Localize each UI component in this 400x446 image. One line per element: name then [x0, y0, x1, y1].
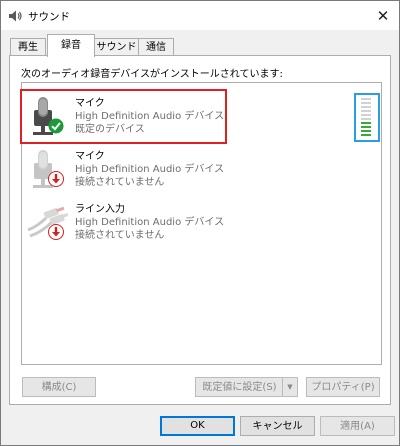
cancel-button[interactable]: キャンセル [240, 416, 315, 436]
instruction-text: 次のオーディオ録音デバイスがインストールされています: [21, 69, 283, 80]
configure-button[interactable]: 構成(C) [22, 377, 96, 397]
close-button[interactable]: ✕ [367, 1, 399, 30]
list-item-line-in[interactable]: ライン入力 High Definition Audio デバイス 接続されていま… [22, 196, 381, 249]
device-status: 接続されていません [75, 177, 165, 188]
chevron-down-icon[interactable]: ▼ [282, 378, 297, 396]
sound-dialog: サウンド ✕ 再生 録音 サウンド 通信 次のオーディオ録音デバイスがインストー… [0, 0, 400, 446]
tab-communications[interactable]: 通信 [138, 38, 174, 56]
recording-panel: 次のオーディオ録音デバイスがインストールされています: マイク High Def… [9, 55, 391, 405]
disconnected-arrow-icon [48, 224, 64, 240]
level-meter-highlight [354, 93, 380, 142]
title-bar: サウンド ✕ [1, 1, 399, 30]
list-item-microphone-default[interactable]: マイク High Definition Audio デバイス 既定のデバイス [20, 89, 381, 144]
disconnected-arrow-icon [48, 171, 64, 187]
speaker-icon [9, 10, 22, 22]
window-title: サウンド [28, 11, 70, 23]
close-icon: ✕ [376, 6, 390, 25]
device-status: 接続されていません [75, 230, 165, 241]
tab-recording[interactable]: 録音 [47, 34, 95, 57]
set-default-label: 既定値に設定(S) [202, 382, 277, 393]
tab-playback[interactable]: 再生 [10, 38, 46, 56]
ok-button[interactable]: OK [160, 416, 235, 436]
list-item-microphone-disconnected[interactable]: マイク High Definition Audio デバイス 接続されていません [22, 143, 381, 196]
selection-highlight [20, 89, 227, 144]
properties-button[interactable]: プロパティ(P) [306, 377, 380, 397]
set-default-button[interactable]: 既定値に設定(S) ▼ [195, 377, 298, 397]
device-list: マイク High Definition Audio デバイス 既定のデバイス マ… [20, 82, 382, 365]
apply-button[interactable]: 適用(A) [320, 416, 395, 436]
tab-sounds[interactable]: サウンド [93, 38, 140, 56]
